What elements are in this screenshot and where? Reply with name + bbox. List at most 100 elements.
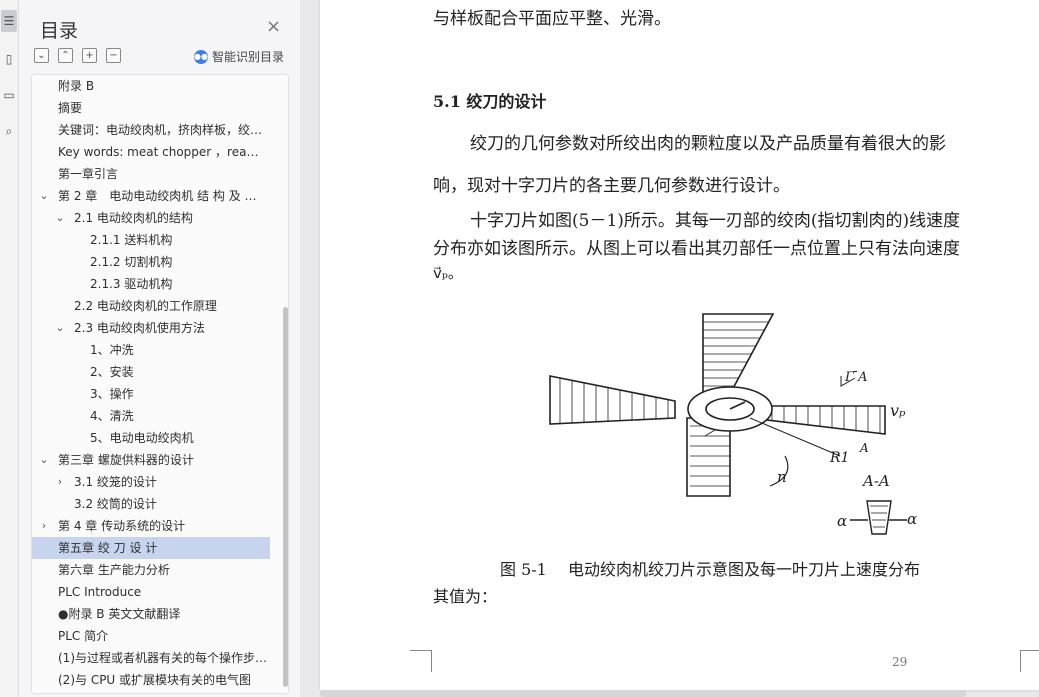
toc-item-label: (1)与过程或者机器有关的每个操作步骤都… (58, 651, 268, 665)
toc-item-label: 关键词：电动绞肉机，挤肉样板，绞刀，电动… (58, 123, 268, 137)
smart-toc-label: 智能识别目录 (212, 50, 285, 64)
toc-item[interactable]: ⌄ 2.3 电动绞肉机使用方法 (32, 317, 270, 339)
toc-item-label: PLC 简介 (58, 629, 109, 643)
toc-list: 附录 B 摘要关键词：电动绞肉机，挤肉样板，绞刀，电动… Key words: me… (31, 74, 289, 694)
toc-item-label: 2.1 电动绞肉机的结构 (74, 211, 193, 225)
doc-paragraph-line: 其值为： (433, 587, 498, 606)
toc-item-label: 附录 B (58, 79, 95, 93)
label-section-aa: A-A (861, 472, 890, 490)
doc-paragraph-line: 十字刀片如图(5－1)所示。其每一刃部的绞肉(指切割肉的)线速度 (470, 211, 961, 231)
toc-item-label: 4、清洗 (90, 409, 134, 423)
toc-item[interactable]: (2)与 CPU 或扩展模块有关的电气图 (32, 669, 270, 691)
horizontal-scrollbar[interactable] (320, 690, 966, 697)
toc-item[interactable]: 附录 B (32, 75, 270, 97)
blade-figure: vₚ Γ ̄A R1 A n A-A α α (549, 313, 917, 535)
toc-item-label: 第六章 生产能力分析 (58, 563, 170, 577)
chevron-right-icon[interactable]: › (54, 471, 66, 493)
label-gamma: Γ ̄A (844, 370, 868, 385)
toc-item-label: 2.1.1 送料机构 (90, 233, 173, 247)
toc-item[interactable]: 3、操作 (32, 383, 270, 405)
toc-item-label: 摘要 (58, 101, 83, 115)
doc-paragraph-line: 分布亦如该图所示。从图上可以看出其刃部任一点位置上只有法向速度 (433, 239, 960, 259)
label-alpha-left: α (837, 512, 847, 530)
toc-item-label: (2)与 CPU 或扩展模块有关的电气图 (58, 673, 252, 687)
toc-item-label: 3.2 绞筒的设计 (74, 497, 157, 511)
page-icon[interactable]: ▯ (1, 48, 17, 70)
toc-item-label: 1、冲洗 (90, 343, 134, 357)
toc-icon[interactable]: ☰ (1, 10, 17, 32)
toc-item[interactable]: Key words: meat chopper ，reamer，motor… (32, 141, 270, 163)
toc-item[interactable]: 第六章 生产能力分析 (32, 559, 270, 581)
toc-item-label: ●附录 B 英文文献翻译 (58, 607, 181, 621)
document-page: 与样板配合平面应平整、光滑。 5.1 绞刀的设计 绞刀的几何参数对所绞出肉的颗粒… (320, 0, 1039, 690)
toc-item[interactable]: ●附录 B 英文文献翻译 (32, 603, 270, 625)
label-a: A (859, 441, 869, 455)
toc-item-label: 2.3 电动绞肉机使用方法 (74, 321, 205, 335)
toc-item-label: Key words: meat chopper ，reamer，motor… (58, 145, 268, 159)
toc-item[interactable]: 2.1.1 送料机构 (32, 229, 270, 251)
toc-item-label: 第 2 章 电动电动绞肉机 结 构 及 … (58, 189, 257, 203)
chevron-down-icon[interactable]: ⌄ (38, 185, 50, 207)
toc-item[interactable]: 摘要 (32, 97, 270, 119)
toc-item-label: 第一章引言 (58, 167, 119, 181)
toc-item[interactable]: ⌄ 第 2 章 电动电动绞肉机 结 构 及 … (32, 185, 270, 207)
chevron-down-icon[interactable]: ⌄ (38, 449, 50, 471)
toc-item-label: 第 4 章 传动系统的设计 (58, 519, 186, 533)
chevron-down-icon[interactable]: ⌄ (54, 207, 66, 229)
toc-item[interactable]: › 3.1 绞笼的设计 (32, 471, 270, 493)
page-corner-mark (410, 650, 432, 672)
close-icon[interactable]: × (266, 18, 281, 36)
toc-item-label: 2.2 电动绞肉机的工作原理 (74, 299, 217, 313)
toc-item[interactable]: ⌄ 第三章 螺旋供料器的设计 (32, 449, 270, 471)
toc-item[interactable]: 4、清洗 (32, 405, 270, 427)
toc-item[interactable]: 第五章 绞 刀 设 计 (32, 537, 270, 559)
smart-toc-button[interactable]: ●● 智能识别目录 (194, 48, 284, 65)
toc-scrollbar[interactable] (283, 307, 288, 687)
left-tool-strip: ☰ ▯ ▭ ⌕ (0, 0, 19, 697)
toc-item[interactable]: 第一章引言 (32, 163, 270, 185)
search-icon[interactable]: ⌕ (1, 120, 17, 142)
bookmark-icon[interactable]: ▭ (1, 84, 17, 106)
toc-toolbar: ⌄ ⌃ + − (34, 48, 121, 64)
document-viewport: 与样板配合平面应平整、光滑。 5.1 绞刀的设计 绞刀的几何参数对所绞出肉的颗粒… (300, 0, 1039, 697)
figure-caption: 图 5-1 电动绞肉机绞刀片示意图及每一叶刀片上速度分布 (500, 560, 920, 579)
toc-item[interactable]: 2.2 电动绞肉机的工作原理 (32, 295, 270, 317)
section-heading: 5.1 绞刀的设计 (433, 92, 547, 111)
remove-entry-icon[interactable]: − (106, 48, 121, 63)
toc-item[interactable]: 2.1.3 驱动机构 (32, 273, 270, 295)
toc-title: 目录 (40, 20, 79, 42)
toc-item-label: 2.1.3 驱动机构 (90, 277, 173, 291)
doc-paragraph-line: 绞刀的几何参数对所绞出肉的颗粒度以及产品质量有着很大的影 (470, 134, 946, 154)
label-n: n (777, 468, 787, 486)
toc-item-label: 3、操作 (90, 387, 134, 401)
toc-item-label: 3.1 绞笼的设计 (74, 475, 157, 489)
toc-panel: 目录 × ⌄ ⌃ + − ●● 智能识别目录 附录 B 摘要关键词：电动绞肉机，挤… (19, 0, 300, 697)
toc-item[interactable]: 2.1.2 切割机构 (32, 251, 270, 273)
collapse-icon[interactable]: ⌄ (34, 48, 49, 63)
doc-paragraph-line: v⃗ₚ。 (433, 264, 463, 282)
toc-item[interactable]: (1)与过程或者机器有关的每个操作步骤都… (32, 647, 270, 669)
page-number: 29 (892, 655, 908, 669)
add-entry-icon[interactable]: + (82, 48, 97, 63)
label-vp: vₚ (890, 401, 906, 420)
toc-item[interactable]: 3.2 绞筒的设计 (32, 493, 270, 515)
toc-item[interactable]: 5、电动电动绞肉机 (32, 427, 270, 449)
toc-item-label: 第三章 螺旋供料器的设计 (58, 453, 194, 467)
toc-item[interactable]: ⌄ 2.1 电动绞肉机的结构 (32, 207, 270, 229)
toc-item[interactable]: PLC Introduce (32, 581, 270, 603)
toc-item-label: 2.1.2 切割机构 (90, 255, 173, 269)
chevron-right-icon[interactable]: › (38, 515, 50, 537)
label-r1: R1 (829, 450, 849, 466)
page-corner-mark (1020, 650, 1039, 672)
toc-item[interactable]: 1、冲洗 (32, 339, 270, 361)
doc-paragraph-line: 响，现对十字刀片的各主要几何参数进行设计。 (433, 176, 790, 196)
expand-icon[interactable]: ⌃ (58, 48, 73, 63)
toc-item[interactable]: › 第 4 章 传动系统的设计 (32, 515, 270, 537)
toc-item[interactable]: PLC 简介 (32, 625, 270, 647)
chevron-down-icon[interactable]: ⌄ (54, 317, 66, 339)
doc-line-top: 与样板配合平面应平整、光滑。 (433, 9, 671, 29)
toc-item[interactable]: 2、安装 (32, 361, 270, 383)
toc-item-label: PLC Introduce (58, 585, 142, 599)
toc-item[interactable]: 关键词：电动绞肉机，挤肉样板，绞刀，电动… (32, 119, 270, 141)
toc-item-label: 第五章 绞 刀 设 计 (58, 541, 158, 555)
